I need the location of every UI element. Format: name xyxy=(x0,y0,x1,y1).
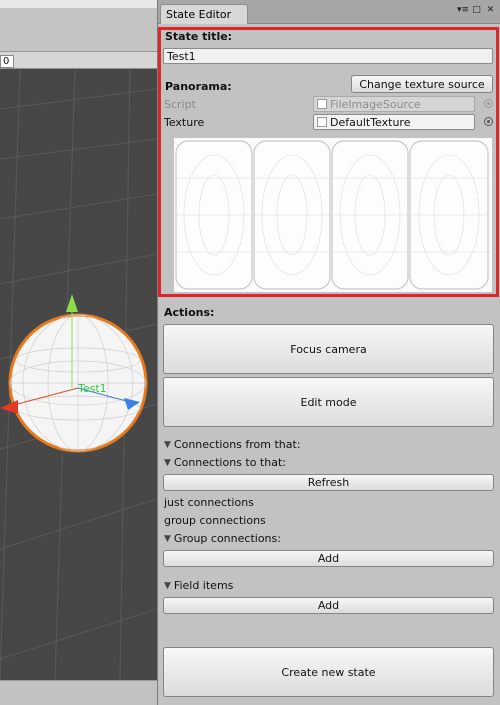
scene-field[interactable]: 0 xyxy=(0,55,14,68)
add-field-item-button[interactable]: Add xyxy=(163,597,494,614)
scene-object-label: Test1 xyxy=(78,382,107,395)
menu-icon[interactable]: ▾≡ xyxy=(457,5,469,16)
script-picker-icon xyxy=(484,99,493,108)
create-new-state-button[interactable]: Create new state xyxy=(163,647,494,697)
scene-top-strip xyxy=(0,0,157,8)
group-connections-label: group connections xyxy=(164,514,266,527)
sphere-gizmo[interactable] xyxy=(0,290,157,460)
foldout-arrow-icon: ▼ xyxy=(164,580,171,591)
script-label: Script xyxy=(164,98,196,111)
texture-label: Texture xyxy=(164,116,205,129)
add-group-connection-button[interactable]: Add xyxy=(163,550,494,567)
connections-to-label: Connections to that: xyxy=(173,456,286,469)
texture-field[interactable]: DefaultTexture xyxy=(313,114,475,130)
maximize-icon[interactable]: □ xyxy=(471,5,482,16)
state-title-input[interactable]: Test1 xyxy=(163,48,493,64)
change-texture-source-button[interactable]: Change texture source xyxy=(351,75,493,93)
window-controls: ▾≡ □ ✕ xyxy=(457,5,496,16)
field-items-label: Field items xyxy=(173,579,234,592)
scene-bottom-bar xyxy=(0,680,157,705)
panel-tabbar: State Editor ▾≡ □ ✕ xyxy=(158,0,500,24)
tab-state-editor[interactable]: State Editor xyxy=(160,4,248,24)
texture-icon xyxy=(317,117,327,127)
state-editor-panel: State Editor ▾≡ □ ✕ State title: Test1 P… xyxy=(157,0,500,705)
connections-from-label: Connections from that: xyxy=(173,438,301,451)
group-connections-foldout[interactable]: ▼ Group connections: xyxy=(164,532,281,545)
connections-to-foldout[interactable]: ▼ Connections to that: xyxy=(164,456,286,469)
panorama-texture-preview xyxy=(174,138,492,292)
scene-tab-strip xyxy=(0,52,157,69)
scene-toolbar xyxy=(0,8,157,52)
scene-view[interactable]: 0 Test1 xyxy=(0,0,157,705)
foldout-arrow-icon: ▼ xyxy=(164,457,171,468)
state-title-label: State title: xyxy=(165,30,233,43)
field-items-foldout[interactable]: ▼ Field items xyxy=(164,579,233,592)
connections-from-foldout[interactable]: ▼ Connections from that: xyxy=(164,438,301,451)
close-icon[interactable]: ✕ xyxy=(485,5,496,16)
focus-camera-button[interactable]: Focus camera xyxy=(163,324,494,374)
actions-label: Actions: xyxy=(164,306,215,319)
foldout-arrow-icon: ▼ xyxy=(164,439,171,450)
texture-preview-image xyxy=(174,138,492,292)
refresh-button[interactable]: Refresh xyxy=(163,474,494,491)
script-field: FileImageSource xyxy=(313,96,475,112)
edit-mode-button[interactable]: Edit mode xyxy=(163,377,494,427)
script-icon xyxy=(317,99,327,109)
texture-field-value: DefaultTexture xyxy=(330,115,411,129)
texture-picker-icon[interactable] xyxy=(484,117,493,126)
group-connections-foldout-label: Group connections: xyxy=(173,532,281,545)
panorama-label: Panorama: xyxy=(165,80,232,93)
just-connections-label: just connections xyxy=(164,496,254,509)
foldout-arrow-icon: ▼ xyxy=(164,533,171,544)
script-field-value: FileImageSource xyxy=(330,97,421,111)
